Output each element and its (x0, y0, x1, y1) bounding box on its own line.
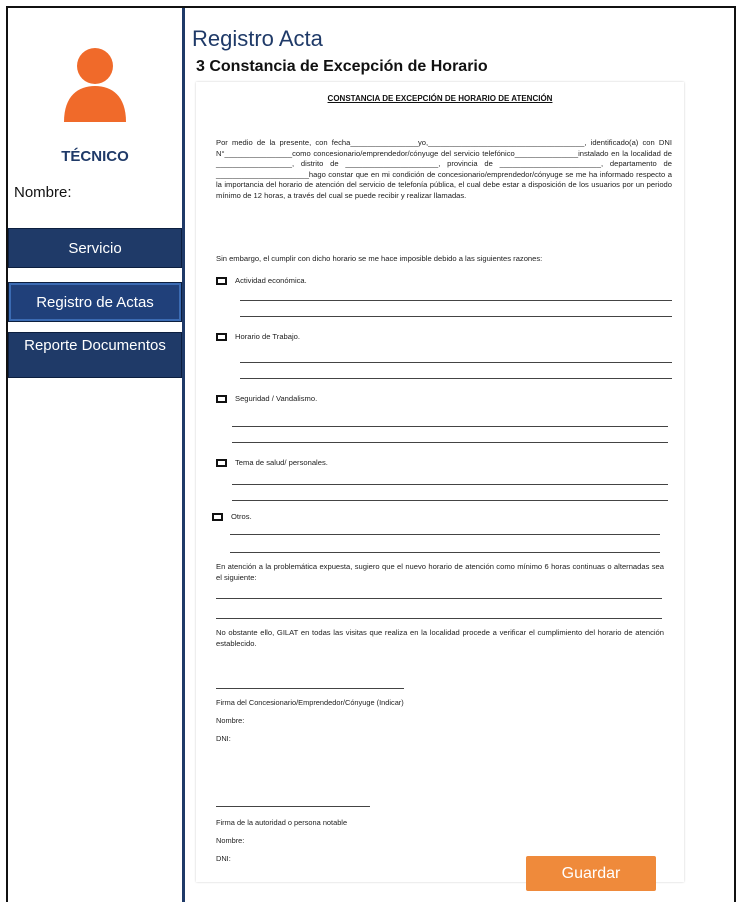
checkbox-seguridad[interactable] (216, 395, 227, 403)
answer-line[interactable] (216, 618, 662, 619)
signature-line[interactable] (216, 688, 404, 689)
document-title: CONSTANCIA DE EXCEPCIÓN DE HORARIO DE AT… (327, 94, 553, 103)
answer-line[interactable] (240, 378, 672, 379)
answer-line[interactable] (216, 598, 662, 599)
answer-line[interactable] (230, 534, 660, 535)
answer-line[interactable] (240, 300, 672, 301)
dni-label: DNI: (216, 734, 231, 743)
checkbox-salud[interactable] (216, 459, 227, 467)
option-salud[interactable]: Tema de salud/ personales. (216, 458, 328, 467)
answer-line[interactable] (232, 484, 668, 485)
verification-paragraph: No obstante ello, GILAT en todas las vis… (216, 628, 664, 648)
nav-servicio[interactable]: Servicio (8, 228, 182, 268)
answer-line[interactable] (240, 316, 672, 317)
suggestion-paragraph: En atención a la problemática expuesta, … (216, 562, 664, 582)
option-seguridad[interactable]: Seguridad / Vandalismo. (216, 394, 317, 403)
sidebar-divider (182, 8, 185, 902)
nombre-label: Nombre: (216, 836, 245, 845)
sidebar: TÉCNICO Nombre: Servicio Registro de Act… (8, 8, 182, 902)
nav-reporte-documentos[interactable]: Reporte Documentos (8, 332, 182, 378)
checkbox-actividad[interactable] (216, 277, 227, 285)
document-form: CONSTANCIA DE EXCEPCIÓN DE HORARIO DE AT… (196, 82, 684, 882)
answer-line[interactable] (232, 442, 668, 443)
role-label: TÉCNICO (61, 148, 129, 165)
option-otros[interactable]: Otros. (212, 512, 252, 521)
page-title: Registro Acta (192, 26, 323, 51)
signature-line[interactable] (216, 806, 370, 807)
name-label: Nombre: (14, 184, 72, 201)
checkbox-otros[interactable] (212, 513, 223, 521)
signature1-label: Firma del Concesionario/Emprendedor/Cóny… (216, 698, 404, 707)
checkbox-horario[interactable] (216, 333, 227, 341)
page-subtitle: 3 Constancia de Excepción de Horario (196, 58, 488, 75)
answer-line[interactable] (232, 500, 668, 501)
answer-line[interactable] (240, 362, 672, 363)
signature2-label: Firma de la autoridad o persona notable (216, 818, 348, 827)
intro-paragraph: Por medio de la presente, con fecha_____… (216, 138, 672, 200)
answer-line[interactable] (230, 552, 660, 553)
user-avatar-icon (64, 48, 126, 122)
option-actividad[interactable]: Actividad económica. (216, 276, 307, 285)
nombre-label: Nombre: (216, 716, 245, 725)
nav-registro-actas[interactable]: Registro de Actas (8, 282, 182, 322)
dni-label: DNI: (216, 854, 231, 863)
reasons-intro: Sin embargo, el cumplir con dicho horari… (216, 254, 543, 263)
answer-line[interactable] (232, 426, 668, 427)
option-horario[interactable]: Horario de Trabajo. (216, 332, 300, 341)
save-button[interactable]: Guardar (526, 856, 656, 891)
